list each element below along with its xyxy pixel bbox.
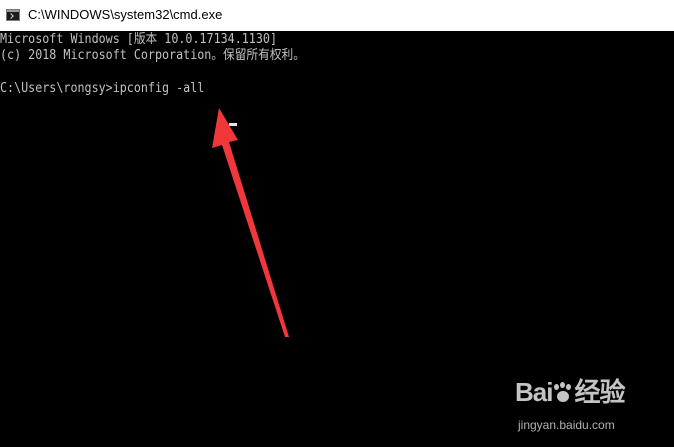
watermark-url: jingyan.baidu.com [518,418,615,432]
cmd-icon [6,9,20,21]
console-line-version: Microsoft Windows [版本 10.0.17134.1130] [0,32,277,47]
window-title: C:\WINDOWS\system32\cmd.exe [28,7,223,22]
console-line-copyright: (c) 2018 Microsoft Corporation。保留所有权利。 [0,48,305,63]
console-prompt-command[interactable]: C:\Users\rongsy>ipconfig -all [0,81,204,97]
text-cursor [229,123,237,126]
baidu-jingyan-watermark: Bai 经验 jingyan.baidu.com [515,372,665,442]
cmd-window: C:\WINDOWS\system32\cmd.exe Microsoft Wi… [0,0,674,447]
paw-icon [552,382,574,404]
title-bar[interactable]: C:\WINDOWS\system32\cmd.exe [0,0,674,31]
watermark-logo: Bai 经验 [515,377,625,407]
